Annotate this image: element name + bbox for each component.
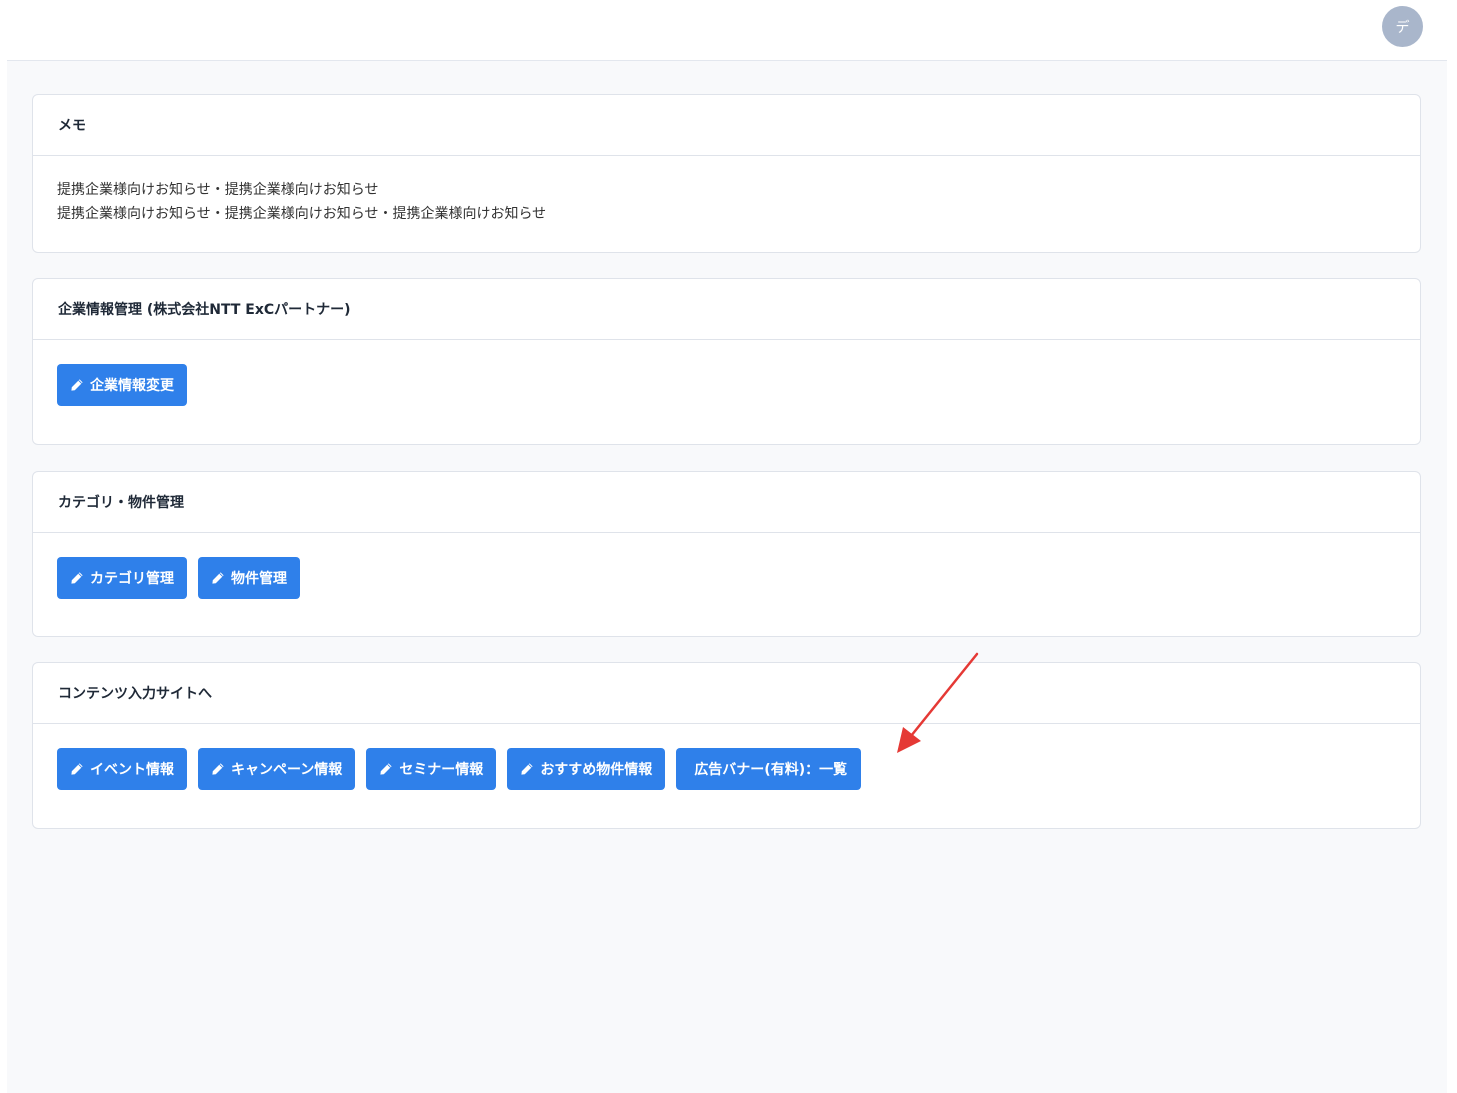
category-button-row: カテゴリ管理 物件管理 [57, 557, 1396, 599]
pencil-icon [211, 571, 225, 585]
button-label: キャンペーン情報 [231, 762, 343, 778]
company-button-row: 企業情報変更 [57, 364, 1396, 406]
category-card-title: カテゴリ・物件管理 [33, 472, 1420, 533]
seminar-info-button[interactable]: セミナー情報 [366, 748, 497, 790]
avatar[interactable]: デ [1382, 6, 1423, 47]
memo-text: 提携企業様向けお知らせ・提携企業様向けお知らせ 提携企業様向けお知らせ・提携企業… [57, 178, 1396, 226]
pencil-icon [379, 762, 393, 776]
content-card-body: イベント情報 キャンペーン情報 セミナー情報 おすすめ物件情報 広告バナー(有料… [33, 724, 1420, 790]
app-frame: デ メモ 提携企業様向けお知らせ・提携企業様向けお知らせ 提携企業様向けお知らせ… [7, 0, 1447, 1093]
button-label: おすすめ物件情報 [540, 762, 653, 778]
pencil-icon [211, 762, 225, 776]
button-label: 企業情報変更 [90, 378, 174, 394]
category-management-button[interactable]: カテゴリ管理 [57, 557, 187, 599]
campaign-info-button[interactable]: キャンペーン情報 [198, 748, 356, 790]
company-card-body: 企業情報変更 [33, 340, 1420, 406]
property-management-button[interactable]: 物件管理 [198, 557, 300, 599]
button-label: 物件管理 [231, 571, 287, 587]
button-label: イベント情報 [90, 762, 174, 778]
edit-company-info-button[interactable]: 企業情報変更 [57, 364, 187, 406]
ad-banner-list-button[interactable]: 広告バナー(有料)：一覧 [676, 748, 862, 790]
button-label: セミナー情報 [399, 762, 484, 778]
recommended-property-button[interactable]: おすすめ物件情報 [507, 748, 666, 790]
memo-card: メモ 提携企業様向けお知らせ・提携企業様向けお知らせ 提携企業様向けお知らせ・提… [32, 94, 1421, 253]
pencil-icon [70, 378, 84, 392]
content-card: コンテンツ入力サイトへ イベント情報 キャンペーン情報 セミナー情報 おすすめ物… [32, 662, 1421, 829]
event-info-button[interactable]: イベント情報 [57, 748, 187, 790]
company-card: 企業情報管理 (株式会社NTT ExCパートナー) 企業情報変更 [32, 278, 1421, 445]
button-label: カテゴリ管理 [90, 571, 174, 587]
category-card-body: カテゴリ管理 物件管理 [33, 533, 1420, 599]
top-bar: デ [7, 0, 1447, 61]
category-card: カテゴリ・物件管理 カテゴリ管理 物件管理 [32, 471, 1421, 637]
pencil-icon [70, 571, 84, 585]
content-card-title: コンテンツ入力サイトへ [33, 663, 1420, 724]
button-label: 広告バナー(有料)：一覧 [694, 762, 848, 778]
memo-line: 提携企業様向けお知らせ・提携企業様向けお知らせ [57, 182, 379, 198]
pencil-icon [70, 762, 84, 776]
pencil-icon [520, 762, 534, 776]
company-card-title: 企業情報管理 (株式会社NTT ExCパートナー) [33, 279, 1420, 340]
memo-card-body: 提携企業様向けお知らせ・提携企業様向けお知らせ 提携企業様向けお知らせ・提携企業… [33, 156, 1420, 226]
memo-card-title: メモ [33, 95, 1420, 156]
memo-line: 提携企業様向けお知らせ・提携企業様向けお知らせ・提携企業様向けお知らせ [57, 206, 547, 222]
content-button-row: イベント情報 キャンペーン情報 セミナー情報 おすすめ物件情報 広告バナー(有料… [57, 748, 1396, 790]
